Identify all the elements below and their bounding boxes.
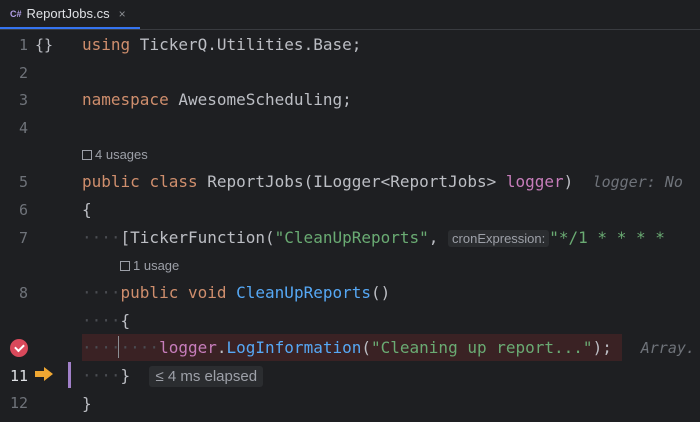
tab-reportjobs[interactable]: C# ReportJobs.cs ×: [0, 0, 140, 29]
line-number[interactable]: 3: [0, 86, 28, 114]
code-line-12[interactable]: }: [82, 390, 92, 418]
structure-braces-icon[interactable]: {}: [35, 31, 53, 59]
code-line-6[interactable]: {: [82, 196, 92, 224]
usages-arrow-icon: [120, 261, 130, 271]
line-number[interactable]: 5: [0, 168, 28, 196]
parameter-name-hint: cronExpression:: [448, 230, 550, 247]
usages-arrow-icon: [82, 150, 92, 160]
breakpoint-check-icon[interactable]: [10, 339, 28, 357]
close-icon[interactable]: ×: [119, 7, 126, 21]
usages-hint-class[interactable]: 4 usages: [82, 144, 148, 166]
line-number[interactable]: 7: [0, 224, 28, 252]
code-line-11[interactable]: ····} ≤ 4 ms elapsed: [82, 362, 264, 390]
code-editor[interactable]: using TickerQ.Utilities.Base; namespace …: [82, 30, 700, 422]
line-number[interactable]: 1: [0, 31, 28, 59]
text-caret: [118, 336, 119, 358]
code-line-9[interactable]: ····{: [82, 307, 130, 335]
code-line-3[interactable]: namespace AwesomeScheduling;: [82, 86, 352, 114]
editor-tab-bar: C# ReportJobs.cs ×: [0, 0, 700, 30]
line-number[interactable]: 8: [0, 279, 28, 307]
execution-arrow-icon: [35, 367, 53, 381]
current-line-marker: [68, 362, 71, 388]
csharp-file-icon: C#: [10, 8, 22, 19]
tab-file-name: ReportJobs.cs: [26, 6, 110, 21]
line-number[interactable]: 12: [0, 389, 28, 417]
code-line-7[interactable]: ····[TickerFunction("CleanUpReports", cr…: [82, 224, 665, 252]
line-number-current[interactable]: 11: [0, 362, 28, 390]
line-number[interactable]: 4: [0, 114, 28, 142]
array-ghost-hint: Array.: [640, 339, 695, 357]
code-line-5[interactable]: public class ReportJobs(ILogger<ReportJo…: [82, 168, 683, 196]
line-number[interactable]: 6: [0, 196, 28, 224]
code-line-10[interactable]: ········logger.LogInformation("Cleaning …: [82, 334, 695, 362]
code-line-8[interactable]: ····public void CleanUpReports(): [82, 279, 390, 307]
elapsed-time-hint: ≤ 4 ms elapsed: [149, 366, 264, 387]
parameter-ghost-hint: logger: No: [592, 173, 683, 191]
usages-hint-method[interactable]: 1 usage: [120, 255, 179, 277]
line-number[interactable]: 2: [0, 59, 28, 87]
code-line-1[interactable]: using TickerQ.Utilities.Base;: [82, 31, 361, 59]
